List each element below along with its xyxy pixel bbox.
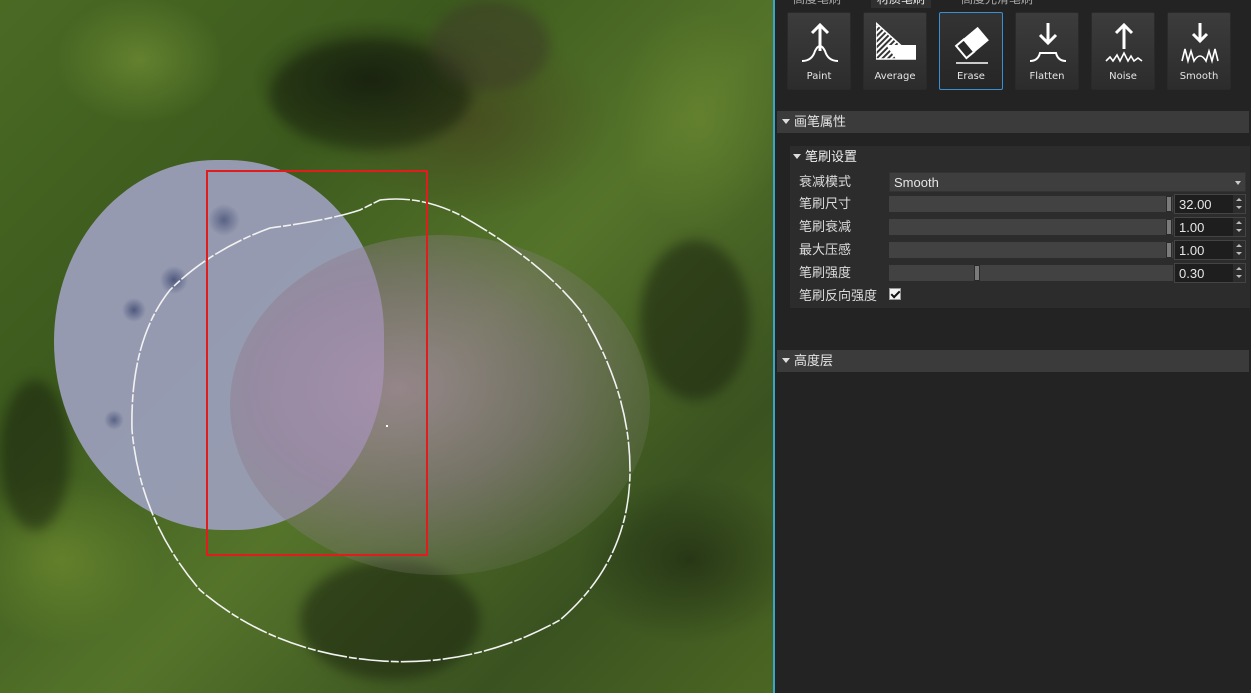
height-layer-header[interactable]: 高度层: [777, 350, 1249, 372]
paint-icon: [801, 22, 839, 62]
erase-tool-button[interactable]: Erase: [939, 12, 1003, 90]
spin-up-icon[interactable]: [1236, 267, 1242, 270]
spin-down-icon[interactable]: [1236, 229, 1242, 232]
brush-falloff-row: 笔刷衰减 1.00: [790, 216, 1250, 238]
spin-buttons[interactable]: [1233, 264, 1245, 282]
brush-falloff-value: 1.00: [1179, 220, 1205, 235]
brush-properties-header[interactable]: 画笔属性: [777, 111, 1249, 133]
spin-buttons[interactable]: [1233, 195, 1245, 213]
terrain-viewport[interactable]: [0, 0, 773, 693]
brush-size-slider-handle[interactable]: [1166, 196, 1172, 212]
spin-up-icon[interactable]: [1236, 221, 1242, 224]
brush-size-value: 32.00: [1179, 197, 1212, 212]
spin-down-icon[interactable]: [1236, 275, 1242, 278]
noise-tool-button[interactable]: Noise: [1091, 12, 1155, 90]
collapse-arrow-icon: [782, 358, 790, 364]
brush-size-slider[interactable]: [889, 196, 1173, 212]
selection-rectangle: [206, 170, 428, 556]
spin-buttons[interactable]: [1233, 218, 1245, 236]
collapse-arrow-icon: [782, 119, 790, 125]
tab-material-brush[interactable]: 材质笔刷: [871, 0, 932, 8]
spin-up-icon[interactable]: [1236, 244, 1242, 247]
brush-falloff-slider-handle[interactable]: [1166, 219, 1172, 235]
average-tool-button[interactable]: Average: [863, 12, 927, 90]
paint-tool-button[interactable]: Paint: [787, 12, 851, 90]
brush-invert-strength-checkbox[interactable]: [889, 288, 901, 300]
tool-label: Erase: [957, 71, 985, 82]
falloff-mode-row: 衰减模式 Smooth: [790, 171, 1250, 193]
brush-settings-header[interactable]: 笔刷设置: [790, 146, 857, 168]
brush-size-row: 笔刷尺寸 32.00: [790, 193, 1250, 215]
chevron-down-icon: [1235, 181, 1241, 185]
max-pressure-slider[interactable]: [889, 242, 1173, 258]
average-icon: [876, 21, 916, 60]
flatten-icon: [1029, 23, 1067, 62]
brush-falloff-slider[interactable]: [889, 219, 1173, 235]
brush-strength-value: 0.30: [1179, 266, 1205, 281]
brush-strength-slider[interactable]: [889, 265, 1173, 281]
spin-down-icon[interactable]: [1236, 206, 1242, 209]
max-pressure-row: 最大压感 1.00: [790, 239, 1250, 261]
brush-strength-slider-handle[interactable]: [974, 265, 980, 281]
smooth-tool-button[interactable]: Smooth: [1167, 12, 1231, 90]
brush-invert-strength-row: 笔刷反向强度: [790, 285, 1250, 307]
falloff-mode-select[interactable]: Smooth: [889, 172, 1246, 192]
spin-down-icon[interactable]: [1236, 252, 1242, 255]
brush-falloff-label: 笔刷衰减: [799, 219, 852, 234]
max-pressure-slider-handle[interactable]: [1166, 242, 1172, 258]
section-title: 画笔属性: [794, 114, 847, 129]
flatten-tool-button[interactable]: Flatten: [1015, 12, 1079, 90]
max-pressure-value: 1.00: [1179, 243, 1205, 258]
brush-size-spinbox[interactable]: 32.00: [1174, 194, 1246, 214]
brush-invert-strength-label: 笔刷反向强度: [799, 288, 878, 303]
falloff-mode-value: Smooth: [894, 175, 939, 190]
brush-size-label: 笔刷尺寸: [799, 196, 852, 211]
noise-icon: [1105, 22, 1143, 63]
brush-settings-group: 笔刷设置 衰减模式 Smooth 笔刷尺寸 32.00 笔刷衰减 1.00 最大…: [790, 146, 1250, 308]
tool-label: Average: [874, 71, 916, 82]
section-title: 高度层: [794, 353, 834, 368]
brush-strength-row: 笔刷强度 0.30: [790, 262, 1250, 284]
tool-label: Paint: [806, 71, 832, 82]
brush-strength-spinbox[interactable]: 0.30: [1174, 263, 1246, 283]
brush-center-dot: [386, 425, 388, 427]
falloff-mode-label: 衰减模式: [799, 174, 852, 189]
brush-tabs: 高度笔刷 材质笔刷 高度光滑笔刷: [775, 0, 1251, 8]
spin-up-icon[interactable]: [1236, 198, 1242, 201]
spin-buttons[interactable]: [1233, 241, 1245, 259]
terrain-tools-panel: 高度笔刷 材质笔刷 高度光滑笔刷 Paint Average: [775, 0, 1251, 693]
brush-falloff-spinbox[interactable]: 1.00: [1174, 217, 1246, 237]
max-pressure-spinbox[interactable]: 1.00: [1174, 240, 1246, 260]
section-title: 笔刷设置: [805, 149, 858, 164]
max-pressure-label: 最大压感: [799, 242, 852, 257]
smooth-icon: [1181, 23, 1219, 65]
tab-height-smooth-brush[interactable]: 高度光滑笔刷: [955, 0, 1039, 8]
collapse-arrow-icon: [793, 154, 801, 160]
tool-label: Flatten: [1029, 71, 1065, 82]
tool-label: Smooth: [1179, 71, 1219, 82]
tool-label: Noise: [1109, 71, 1137, 82]
erase-icon: [954, 26, 989, 64]
tab-height-brush[interactable]: 高度笔刷: [787, 0, 847, 8]
brush-strength-label: 笔刷强度: [799, 265, 852, 280]
